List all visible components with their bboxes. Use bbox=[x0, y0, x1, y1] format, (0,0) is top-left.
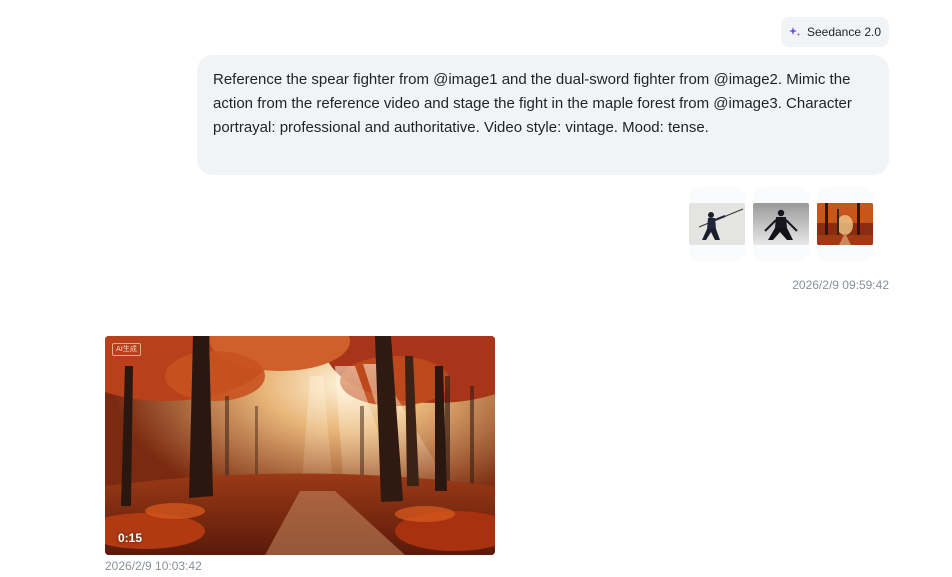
dual-sword-fighter-thumbnail bbox=[753, 203, 809, 245]
response-timestamp: 2026/2/9 10:03:42 bbox=[105, 559, 202, 573]
sparkle-icon bbox=[788, 27, 801, 37]
model-tag-label: Seedance 2.0 bbox=[806, 25, 882, 39]
user-message-timestamp: 2026/2/9 09:59:42 bbox=[792, 278, 889, 292]
attachment-list bbox=[689, 187, 873, 261]
model-tag-seedance[interactable]: Seedance 2.0 bbox=[781, 17, 889, 47]
maple-forest-video-frame bbox=[105, 336, 495, 555]
user-message-text: Reference the spear fighter from @image1… bbox=[213, 71, 852, 136]
ai-generated-watermark: AI生成 bbox=[112, 343, 141, 356]
attachment-image2[interactable] bbox=[753, 187, 809, 261]
spear-fighter-thumbnail bbox=[689, 203, 745, 245]
generated-video[interactable]: AI生成 0:15 bbox=[105, 336, 495, 555]
attachment-image1[interactable] bbox=[689, 187, 745, 261]
video-duration: 0:15 bbox=[118, 531, 143, 545]
maple-forest-thumbnail bbox=[817, 203, 873, 245]
attachment-image3[interactable] bbox=[817, 187, 873, 261]
user-message-bubble: Reference the spear fighter from @image1… bbox=[197, 55, 889, 175]
